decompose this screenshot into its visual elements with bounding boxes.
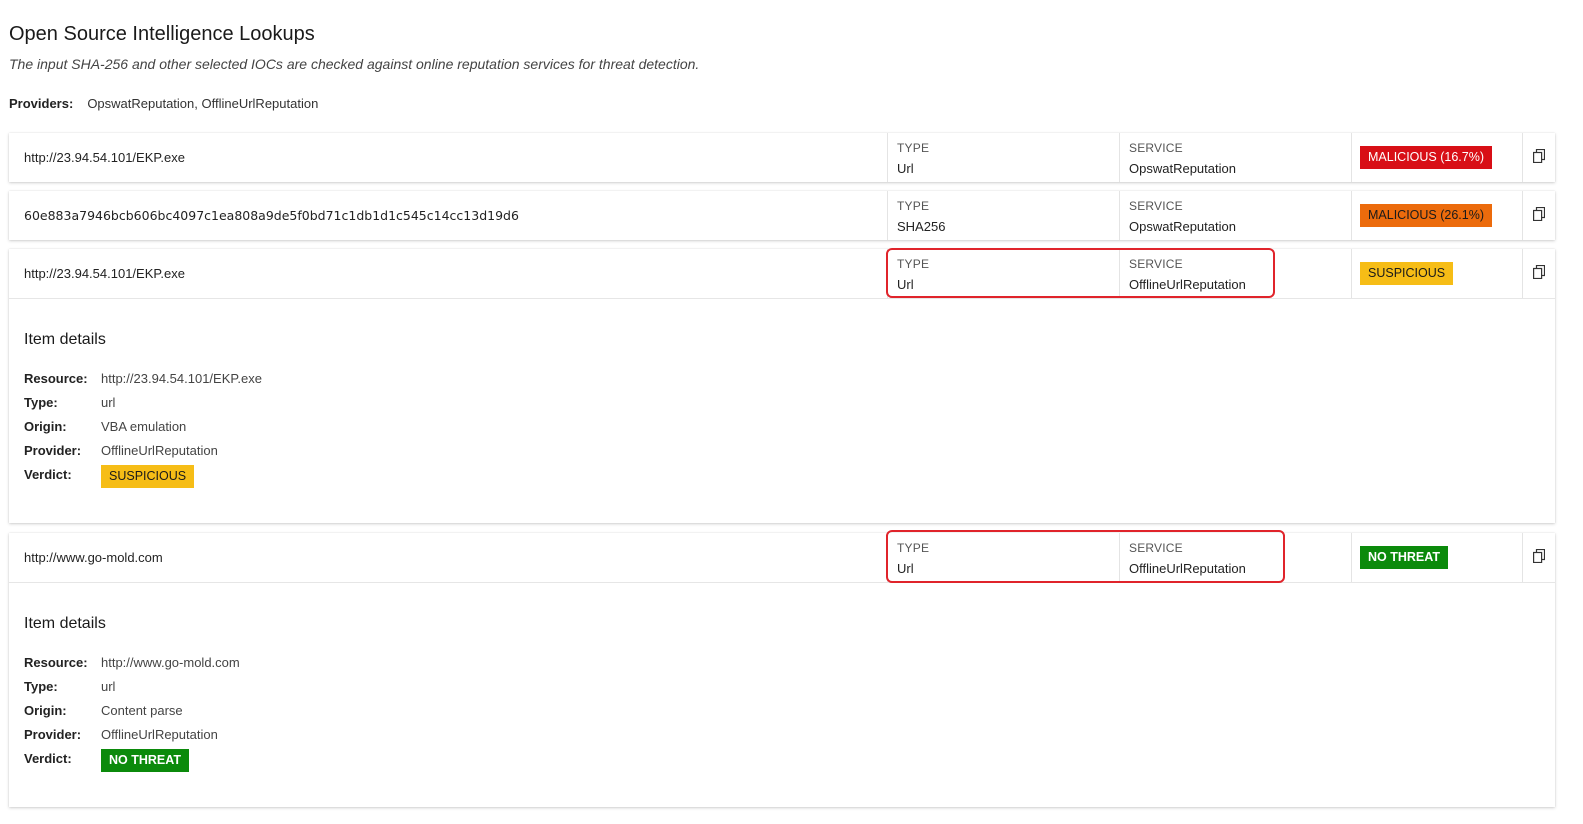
detail-type: Type: url [24, 679, 1555, 703]
lookup-card-expanded: http://www.go-mold.com TYPE Url SERVICE … [9, 533, 1555, 807]
detail-origin: Origin: Content parse [24, 703, 1555, 727]
providers-label: Providers: [9, 96, 74, 111]
detail-key: Type: [24, 395, 58, 410]
lookup-row[interactable]: http://www.go-mold.com TYPE Url SERVICE … [9, 533, 1555, 582]
detail-provider: Provider: OfflineUrlReputation [24, 727, 1555, 751]
detail-value: SUSPICIOUS [101, 465, 195, 488]
service-cell: SERVICE OfflineUrlReputation [1119, 533, 1351, 582]
row-resource: 60e883a7946bcb606bc4097c1ea808a9de5f0bd7… [24, 208, 519, 223]
row-resource: http://www.go-mold.com [24, 550, 163, 565]
providers-line: Providers: OpswatReputation, OfflineUrlRe… [9, 96, 318, 111]
detail-value: http://23.94.54.101/EKP.exe [101, 371, 262, 386]
verdict-cell: NO THREAT [1351, 533, 1522, 582]
copy-cell [1522, 533, 1555, 582]
type-cell: TYPE Url [887, 533, 1119, 582]
detail-resource: Resource: http://23.94.54.101/EKP.exe [24, 371, 1555, 395]
verdict-badge: SUSPICIOUS [101, 465, 195, 488]
copy-icon[interactable] [1533, 265, 1545, 279]
type-label: TYPE [897, 199, 930, 213]
type-cell: TYPE SHA256 [887, 191, 1119, 240]
type-label: TYPE [897, 257, 930, 271]
item-details: Item details Resource: http://www.go-mol… [9, 582, 1555, 775]
detail-key: Resource: [24, 371, 88, 386]
detail-key: Origin: [24, 703, 67, 718]
lookup-card-expanded: http://23.94.54.101/EKP.exe TYPE Url SER… [9, 249, 1555, 523]
detail-key: Provider: [24, 727, 82, 742]
detail-value: VBA emulation [101, 419, 187, 434]
type-value: Url [897, 161, 914, 176]
detail-verdict: Verdict: SUSPICIOUS [24, 465, 1555, 491]
lookup-row[interactable]: http://23.94.54.101/EKP.exe TYPE Url SER… [9, 249, 1555, 298]
detail-key: Origin: [24, 419, 67, 434]
detail-origin: Origin: VBA emulation [24, 419, 1555, 443]
verdict-badge: MALICIOUS (16.7%) [1360, 146, 1493, 169]
verdict-badge: NO THREAT [1360, 546, 1448, 569]
service-value: OfflineUrlReputation [1129, 561, 1246, 576]
type-label: TYPE [897, 141, 930, 155]
detail-verdict: Verdict: NO THREAT [24, 749, 1555, 775]
detail-key: Verdict: [24, 467, 72, 482]
service-value: OpswatReputation [1129, 219, 1236, 234]
item-details-title: Item details [24, 331, 106, 348]
detail-resource: Resource: http://www.go-mold.com [24, 655, 1555, 679]
detail-key: Type: [24, 679, 58, 694]
detail-value: url [101, 679, 116, 694]
providers-value: OpswatReputation, OfflineUrlReputation [87, 96, 319, 111]
type-value: Url [897, 561, 914, 576]
service-value: OfflineUrlReputation [1129, 277, 1246, 292]
service-label: SERVICE [1129, 541, 1183, 555]
detail-key: Resource: [24, 655, 88, 670]
verdict-badge: MALICIOUS (26.1%) [1360, 204, 1493, 227]
item-details: Item details Resource: http://23.94.54.1… [9, 298, 1555, 491]
page-title: Open Source Intelligence Lookups [9, 23, 315, 45]
verdict-badge: SUSPICIOUS [1360, 262, 1454, 285]
service-label: SERVICE [1129, 199, 1183, 213]
detail-value: NO THREAT [101, 749, 189, 772]
detail-key: Provider: [24, 443, 82, 458]
lookup-card: 60e883a7946bcb606bc4097c1ea808a9de5f0bd7… [9, 191, 1555, 240]
row-resource: http://23.94.54.101/EKP.exe [24, 150, 185, 165]
copy-icon[interactable] [1533, 549, 1545, 563]
service-cell: SERVICE OpswatReputation [1119, 191, 1351, 240]
copy-cell [1522, 191, 1555, 240]
verdict-cell: MALICIOUS (16.7%) [1351, 133, 1522, 182]
copy-icon[interactable] [1533, 149, 1545, 163]
service-cell: SERVICE OfflineUrlReputation [1119, 249, 1351, 298]
lookup-card: http://23.94.54.101/EKP.exe TYPE Url SER… [9, 133, 1555, 182]
type-label: TYPE [897, 541, 930, 555]
service-label: SERVICE [1129, 141, 1183, 155]
type-cell: TYPE Url [887, 133, 1119, 182]
item-details-title: Item details [24, 615, 106, 632]
type-value: Url [897, 277, 914, 292]
verdict-cell: SUSPICIOUS [1351, 249, 1522, 298]
detail-value: OfflineUrlReputation [101, 443, 218, 458]
detail-value: Content parse [101, 703, 183, 718]
type-value: SHA256 [897, 219, 946, 234]
verdict-cell: MALICIOUS (26.1%) [1351, 191, 1522, 240]
copy-cell [1522, 133, 1555, 182]
detail-type: Type: url [24, 395, 1555, 419]
service-cell: SERVICE OpswatReputation [1119, 133, 1351, 182]
row-resource: http://23.94.54.101/EKP.exe [24, 266, 185, 281]
service-label: SERVICE [1129, 257, 1183, 271]
verdict-badge: NO THREAT [101, 749, 189, 772]
lookup-row[interactable]: http://23.94.54.101/EKP.exe TYPE Url SER… [9, 133, 1555, 182]
lookup-row[interactable]: 60e883a7946bcb606bc4097c1ea808a9de5f0bd7… [9, 191, 1555, 240]
service-value: OpswatReputation [1129, 161, 1236, 176]
detail-key: Verdict: [24, 751, 72, 766]
type-cell: TYPE Url [887, 249, 1119, 298]
detail-value: OfflineUrlReputation [101, 727, 218, 742]
copy-icon[interactable] [1533, 207, 1545, 221]
page-subtitle: The input SHA-256 and other selected IOC… [9, 56, 700, 72]
detail-value: url [101, 395, 116, 410]
detail-provider: Provider: OfflineUrlReputation [24, 443, 1555, 467]
detail-value: http://www.go-mold.com [101, 655, 240, 670]
copy-cell [1522, 249, 1555, 298]
